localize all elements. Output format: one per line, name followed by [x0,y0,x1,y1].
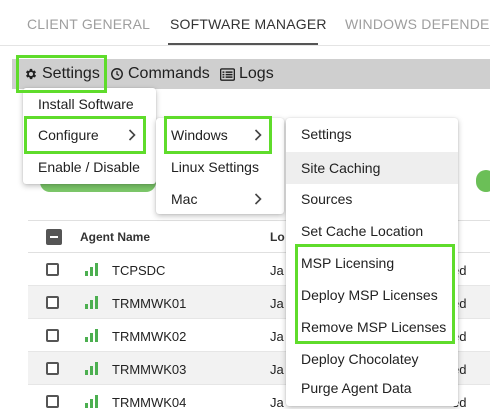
active-tab-indicator [168,43,318,45]
agent-location: Ja [270,296,284,311]
row-checkbox[interactable] [46,296,59,309]
agent-name: TRMMWK01 [112,296,187,311]
settings-menu: Install Software Configure Enable / Disa… [23,88,156,184]
menu-item-label: Deploy MSP Licenses [301,287,438,303]
menu-item-settings[interactable]: Settings [286,118,458,150]
menu-item-deploy-chocolatey[interactable]: Deploy Chocolatey [286,343,458,375]
menu-item-configure[interactable]: Configure [23,119,156,151]
agent-location: Ja [270,329,284,344]
tab-bar: CLIENT GENERAL SOFTWARE MANAGER WINDOWS … [0,0,490,46]
menu-item-label: Configure [38,127,99,143]
agent-name: TCPSDC [112,263,166,278]
gear-icon [25,68,37,80]
menu-item-set-cache-location[interactable]: Set Cache Location [286,215,458,247]
menu-item-label: Site Caching [301,160,381,176]
menu-item-sources[interactable]: Sources [286,183,458,215]
agent-name: TRMMWK02 [112,329,187,344]
menu-item-label: MSP Licensing [301,255,395,271]
row-checkbox[interactable] [46,329,59,342]
menu-item-remove-msp-licenses[interactable]: Remove MSP Licenses [286,311,458,343]
menu-item-label: Install Software [38,96,134,112]
menu-item-label: Enable / Disable [38,159,140,175]
menu-item-deploy-msp-licenses[interactable]: Deploy MSP Licenses [286,279,458,311]
select-all-checkbox[interactable] [46,229,62,245]
chevron-right-icon [254,129,262,141]
menu-item-label: Deploy Chocolatey [301,351,419,367]
settings-label: Settings [42,65,100,82]
action-button-right-partial[interactable] [476,170,490,192]
menu-item-install-software[interactable]: Install Software [23,88,156,120]
signal-icon [85,329,98,342]
chevron-right-icon [128,129,136,141]
signal-icon [85,362,98,375]
row-checkbox[interactable] [46,395,59,408]
agent-name: TRMMWK04 [112,395,187,409]
menu-item-label: Mac [171,191,198,207]
commands-button[interactable]: Commands [110,59,210,89]
menu-item-label: Settings [301,126,352,142]
agent-location: Ja [270,263,284,278]
agent-location: Ja [270,362,284,377]
commands-label: Commands [128,65,210,82]
menu-item-label: Remove MSP Licenses [301,319,447,335]
signal-icon [85,395,98,408]
menu-item-site-caching[interactable]: Site Caching [286,152,458,184]
menu-item-linux-settings[interactable]: Linux Settings [156,151,284,183]
menu-item-windows[interactable]: Windows [156,119,284,151]
list-icon [220,67,235,81]
toolbar: Settings Commands Logs [12,59,490,89]
column-location[interactable]: Lo [270,230,285,244]
history-icon [111,68,123,80]
settings-button[interactable]: Settings [24,59,100,89]
menu-item-label: Set Cache Location [301,223,424,239]
tab-client-general[interactable]: CLIENT GENERAL [27,16,150,32]
signal-icon [85,296,98,309]
logs-button[interactable]: Logs [220,59,274,89]
row-checkbox[interactable] [46,362,59,375]
logs-label: Logs [239,65,274,82]
agent-location: Ja [270,395,284,409]
menu-item-label: Linux Settings [171,159,259,175]
menu-item-purge-agent-data[interactable]: Purge Agent Data [286,372,458,404]
signal-icon [85,263,98,276]
configure-submenu: Windows Linux Settings Mac [156,118,284,214]
column-agent-name[interactable]: Agent Name [80,230,150,244]
menu-item-label: Windows [171,127,228,143]
windows-submenu: Settings Site Caching Sources Set Cache … [286,118,458,406]
menu-item-enable-disable[interactable]: Enable / Disable [23,151,156,183]
agent-name: TRMMWK03 [112,362,187,377]
menu-item-label: Sources [301,191,353,207]
menu-item-mac[interactable]: Mac [156,183,284,215]
menu-item-msp-licensing[interactable]: MSP Licensing [286,247,458,279]
chevron-right-icon [254,193,262,205]
row-checkbox[interactable] [46,263,59,276]
tab-windows-defender[interactable]: WINDOWS DEFENDER [345,16,490,32]
tab-software-manager[interactable]: SOFTWARE MANAGER [170,16,327,32]
menu-item-label: Purge Agent Data [301,380,412,396]
